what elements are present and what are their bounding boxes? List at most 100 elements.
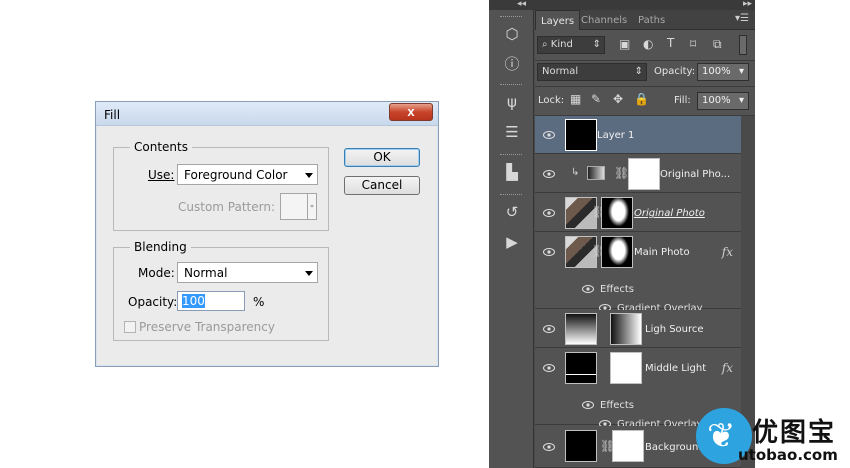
chevron-down-icon: ▾ xyxy=(738,66,744,77)
blend-mode-select[interactable]: Normal ⇕ xyxy=(537,63,647,81)
cancel-button[interactable]: Cancel xyxy=(344,176,420,195)
mode-select-value: Normal xyxy=(184,266,228,280)
search-icon: ⌕ xyxy=(542,39,551,50)
filter-kind-value: Kind xyxy=(550,39,573,50)
layer-row[interactable]: ⛓ Original Photo xyxy=(535,194,741,232)
lock-image-pixels-icon[interactable]: ✎ xyxy=(591,92,601,106)
close-button[interactable]: x xyxy=(389,103,433,121)
use-label: Use: xyxy=(148,168,175,182)
brush-presets-icon[interactable]: ψ xyxy=(501,92,523,112)
layers-panel: Layers Channels Paths ▾☰ ⌕ Kind ⇕ ▣ ◐ T … xyxy=(535,10,755,468)
fill-label: Fill: xyxy=(674,95,691,106)
eye-icon[interactable] xyxy=(543,443,555,451)
layer-row[interactable]: ↳ ⛓ Original Pho... xyxy=(535,155,741,193)
fx-icon[interactable]: fx xyxy=(722,245,733,259)
layer-name[interactable]: Original Photo xyxy=(634,208,705,219)
preserve-transparency-label: Preserve Transparency xyxy=(139,320,275,334)
eye-icon[interactable] xyxy=(543,170,555,178)
contents-group: Contents Use: Foreground Color Custom Pa… xyxy=(113,140,329,231)
layer-thumbnail xyxy=(565,352,597,384)
history-icon[interactable]: ↺ xyxy=(501,202,523,222)
blending-group: Blending Mode: Normal Opacity: 100 % Pre… xyxy=(113,240,329,341)
eye-icon[interactable] xyxy=(543,131,555,139)
link-chain-icon: ⛓ xyxy=(614,166,630,180)
mask-thumbnail xyxy=(612,430,644,462)
lock-label: Lock: xyxy=(538,95,565,106)
mask-thumbnail xyxy=(610,313,642,345)
eye-icon[interactable] xyxy=(543,248,555,256)
pixel-filter-icon[interactable]: ▣ xyxy=(619,37,630,51)
dialog-title: Fill xyxy=(104,108,121,122)
panel-dock: ⬡ ⓘ ψ ☰ ▙ ↺ ▶ xyxy=(489,10,534,468)
info-icon[interactable]: ⓘ xyxy=(501,54,523,74)
lock-all-icon[interactable]: 🔒 xyxy=(634,92,649,106)
watermark-url: utobao.com xyxy=(738,446,838,464)
layer-row[interactable]: ⛓ Main Photo fx Effects Gradient Overlay xyxy=(535,233,741,314)
layer-name[interactable]: Middle Light xyxy=(645,363,706,374)
actions-play-icon[interactable]: ▶ xyxy=(501,232,523,252)
fill-dialog: Fill x Contents Use: Foreground Color Cu… xyxy=(95,101,439,367)
dialog-titlebar[interactable]: Fill x xyxy=(96,102,438,126)
layer-opacity-input[interactable]: 100% ▾ xyxy=(697,63,749,81)
divider xyxy=(535,60,755,61)
smart-object-filter-icon[interactable]: ⧉ xyxy=(713,37,722,52)
dock-grip xyxy=(500,194,522,196)
collapse-left-icon[interactable]: ◂◂ xyxy=(517,0,526,9)
dock-grip xyxy=(500,16,522,18)
eye-icon[interactable] xyxy=(582,401,594,409)
adjustment-thumbnail xyxy=(587,166,605,180)
watermark-brand: 优图宝 xyxy=(752,418,837,448)
fx-icon[interactable]: fx xyxy=(722,361,733,375)
blending-legend: Blending xyxy=(130,240,191,254)
lock-position-icon[interactable]: ✥ xyxy=(613,92,623,106)
layer-opacity-value: 100% xyxy=(702,66,731,77)
layer-name[interactable]: Layer 1 xyxy=(597,130,634,141)
contents-legend: Contents xyxy=(130,140,192,154)
adjustments-icon[interactable]: ☰ xyxy=(501,122,523,142)
watermark: ❦ 优图宝 utobao.com xyxy=(696,408,850,468)
layer-name[interactable]: Ligh Source xyxy=(645,324,704,335)
opacity-unit: % xyxy=(253,295,265,309)
panel-menu-icon[interactable]: ▾☰ xyxy=(735,13,749,24)
tab-paths[interactable]: Paths xyxy=(633,10,670,30)
divider xyxy=(535,86,755,87)
eye-icon[interactable] xyxy=(543,209,555,217)
tab-channels[interactable]: Channels xyxy=(576,10,632,30)
eye-icon[interactable] xyxy=(543,325,555,333)
layer-thumbnail xyxy=(565,119,597,151)
mode-select[interactable]: Normal xyxy=(177,262,318,283)
layer-thumbnail xyxy=(565,313,597,345)
opacity-input-value: 100 xyxy=(182,294,205,308)
pattern-divider xyxy=(307,194,308,219)
layer-fill-input[interactable]: 100% ▾ xyxy=(697,92,749,110)
layer-row[interactable]: Layer 1 xyxy=(535,116,741,154)
layer-row[interactable]: Ligh Source xyxy=(535,310,741,348)
tab-layers[interactable]: Layers xyxy=(535,10,581,30)
adjustment-filter-icon[interactable]: ◐ xyxy=(643,37,653,51)
layer-name[interactable]: Original Pho... xyxy=(660,169,730,180)
layer-thumbnail xyxy=(565,430,597,462)
custom-pattern-label: Custom Pattern: xyxy=(178,200,276,214)
ok-button[interactable]: OK xyxy=(344,148,420,167)
custom-pattern-picker xyxy=(280,193,317,220)
layer-fill-value: 100% xyxy=(702,95,731,106)
type-filter-icon[interactable]: T xyxy=(667,36,674,50)
shape-filter-icon[interactable]: ⌑ xyxy=(690,37,696,51)
effects-label: Effects xyxy=(600,400,634,411)
opacity-input[interactable]: 100 xyxy=(177,291,245,311)
chevron-down-icon xyxy=(310,205,314,208)
filter-toggle[interactable] xyxy=(739,35,747,55)
opacity-label: Opacity: xyxy=(654,66,696,77)
3d-cube-icon[interactable]: ⬡ xyxy=(501,24,523,44)
bird-logo-icon: ❦ xyxy=(707,416,736,456)
preserve-transparency-checkbox[interactable] xyxy=(124,321,136,333)
clipping-arrow-icon: ↳ xyxy=(571,167,580,178)
clone-source-icon[interactable]: ▙ xyxy=(501,162,523,182)
eye-icon[interactable] xyxy=(543,364,555,372)
layer-name[interactable]: Main Photo xyxy=(634,247,690,258)
lock-transparent-pixels-icon[interactable]: ▦ xyxy=(570,92,581,106)
filter-kind-select[interactable]: ⌕ Kind ⇕ xyxy=(537,36,605,54)
eye-icon[interactable] xyxy=(582,285,594,293)
use-select[interactable]: Foreground Color xyxy=(177,164,318,185)
collapse-right-icon[interactable]: ▸▸ xyxy=(743,0,752,9)
